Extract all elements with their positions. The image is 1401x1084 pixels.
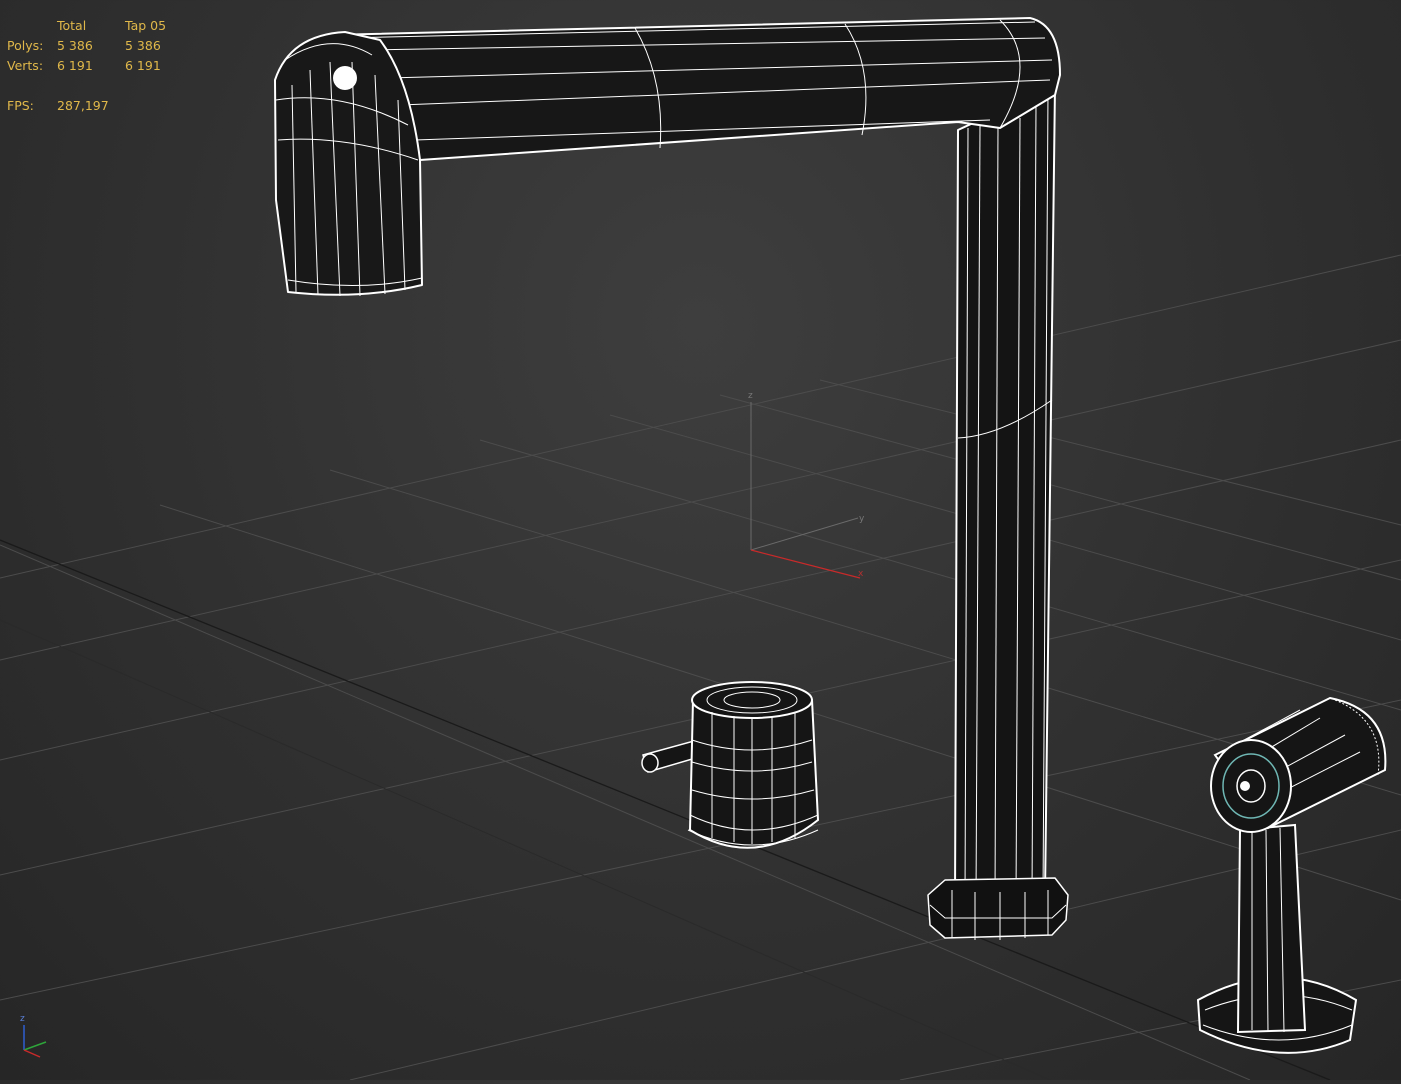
stats-fps-row: FPS: 287,197 xyxy=(7,96,185,116)
polys-label: Polys: xyxy=(7,38,44,53)
gizmo-y-label: y xyxy=(859,514,865,524)
side-sprayer-model[interactable] xyxy=(1196,696,1387,1054)
verts-total: 6 191 xyxy=(57,58,93,73)
3d-viewport[interactable]: z y x z Total Tap 05 Polys: 5 386 5 386 … xyxy=(0,0,1401,1081)
viewport-statistics: Total Tap 05 Polys: 5 386 5 386 Verts: 6… xyxy=(7,16,185,116)
stats-header-object: Tap 05 xyxy=(125,18,167,33)
verts-object: 6 191 xyxy=(125,58,161,73)
specular-highlight xyxy=(333,66,357,90)
gizmo-z-label: z xyxy=(748,391,753,401)
ground-grid xyxy=(0,254,1401,1081)
polys-object: 5 386 xyxy=(125,38,161,53)
corner-axis-tripod: z xyxy=(20,1014,47,1058)
corner-axis-z-label: z xyxy=(20,1014,25,1024)
viewport-canvas[interactable]: z y x z xyxy=(0,0,1401,1081)
mixer-handle-model[interactable] xyxy=(641,681,820,849)
faucet-model[interactable] xyxy=(274,17,1069,940)
polys-total: 5 386 xyxy=(57,38,93,53)
stats-header-total: Total xyxy=(57,18,87,33)
fps-label: FPS: xyxy=(7,98,34,113)
verts-label: Verts: xyxy=(7,58,44,73)
stats-header-empty xyxy=(7,16,57,36)
stats-header-row: Total Tap 05 xyxy=(7,16,185,36)
stats-verts-row: Verts: 6 191 6 191 xyxy=(7,56,185,76)
stats-polys-row: Polys: 5 386 5 386 xyxy=(7,36,185,56)
gizmo-x-label: x xyxy=(858,569,864,579)
fps-value: 287,197 xyxy=(57,98,109,113)
